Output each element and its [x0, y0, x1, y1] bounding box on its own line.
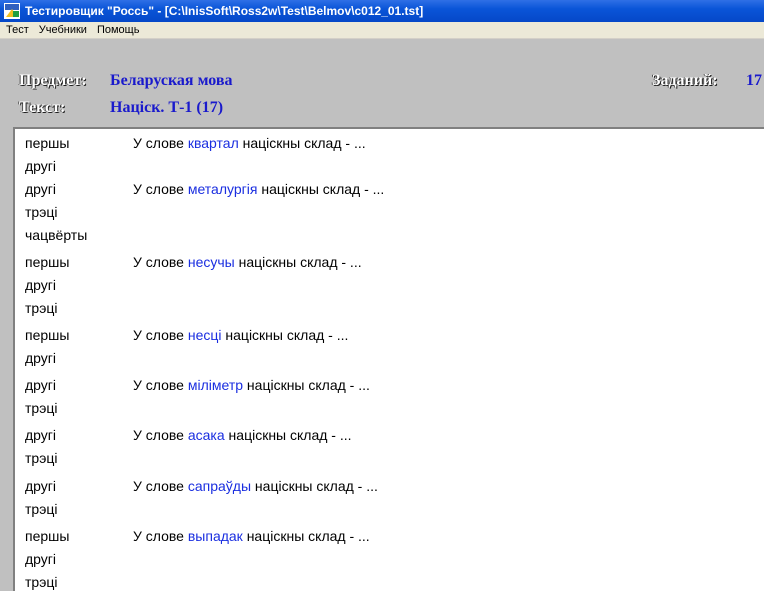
question-keyword: несучы	[187, 254, 235, 270]
answer-option[interactable]: трэці	[25, 447, 57, 469]
answer-option[interactable]: трэці	[25, 571, 57, 591]
question-keyword: несці	[187, 327, 222, 343]
question-text: У слове квартал націскны склад - ...	[133, 135, 366, 151]
menu-test[interactable]: Тест	[2, 24, 33, 36]
answer-option[interactable]: другі	[25, 274, 56, 296]
answer-option[interactable]: трэці	[25, 498, 57, 520]
answer-option[interactable]: другі	[25, 155, 56, 177]
tasks-count: 17	[746, 72, 762, 89]
answer-option[interactable]: другі	[25, 374, 56, 396]
answer-option[interactable]: першы	[25, 132, 69, 154]
question-text: У слове несці націскны склад - ...	[133, 327, 349, 343]
answer-option[interactable]: другі	[25, 424, 56, 446]
question-keyword: металургія	[187, 181, 258, 197]
subject-label: Предмет:	[19, 72, 87, 89]
answer-option[interactable]: першы	[25, 324, 69, 346]
app-icon	[4, 3, 20, 19]
answer-option[interactable]: трэці	[25, 201, 57, 223]
question-text: У слове сапраўды націскны склад - ...	[133, 478, 378, 494]
answer-option[interactable]: другі	[25, 178, 56, 200]
answer-option[interactable]: чацвёрты	[25, 224, 87, 246]
window-title: Тестировщик "Россь" - [C:\InisSoft\Ross2…	[25, 4, 424, 18]
question-text: У слове металургія націскны склад - ...	[133, 181, 385, 197]
answer-option[interactable]: трэці	[25, 297, 57, 319]
question-keyword: квартал	[187, 135, 239, 151]
answer-option[interactable]: другі	[25, 347, 56, 369]
question-text: У слове выпадак націскны склад - ...	[133, 528, 370, 544]
test-info-panel: Предмет: Беларуская мова Заданий: 17 Тек…	[0, 39, 764, 127]
question-keyword: асака	[187, 427, 225, 443]
question-keyword: выпадак	[187, 528, 243, 544]
menu-help[interactable]: Помощь	[93, 24, 144, 36]
question-text: У слове несучы націскны склад - ...	[133, 254, 362, 270]
answer-option[interactable]: трэці	[25, 397, 57, 419]
answer-option[interactable]: другі	[25, 548, 56, 570]
menu-bar: Тест Учебники Помощь	[0, 22, 764, 39]
title-bar[interactable]: Тестировщик "Россь" - [C:\InisSoft\Ross2…	[0, 0, 764, 22]
text-value: Націск. Т-1 (17)	[110, 99, 224, 116]
question-keyword: сапраўды	[187, 478, 252, 494]
subject-value: Беларуская мова	[110, 72, 233, 89]
answer-option[interactable]: другі	[25, 475, 56, 497]
question-keyword: міліметр	[187, 377, 244, 393]
answer-option[interactable]: першы	[25, 251, 69, 273]
question-text: У слове асака націскны склад - ...	[133, 427, 352, 443]
question-text: У слове міліметр націскны склад - ...	[133, 377, 370, 393]
test-content-area[interactable]: першы другі другі трэці чацвёрты першы д…	[13, 127, 764, 591]
menu-textbooks[interactable]: Учебники	[35, 24, 91, 36]
text-label: Текст:	[19, 99, 66, 116]
answer-option[interactable]: першы	[25, 525, 69, 547]
tasks-label: Заданий:	[652, 72, 718, 89]
